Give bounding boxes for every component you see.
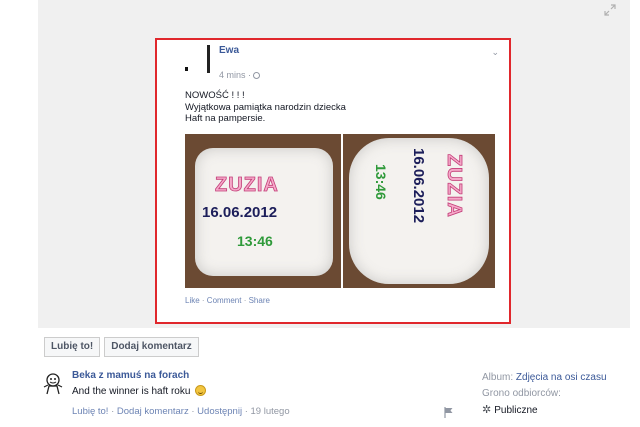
embroidered-date: 16.06.2012 — [202, 204, 278, 221]
gear-icon: ✲ — [482, 404, 492, 416]
separator: · — [188, 406, 198, 417]
post-header: Ewa 4 mins · ⌄ — [181, 43, 501, 83]
album-row: Album: Zdjęcia na osi czasu — [482, 370, 638, 386]
share-link[interactable]: Share — [249, 296, 270, 305]
like-link[interactable]: Lubię to! — [72, 406, 108, 417]
post-line: Wyjątkowa pamiątka narodzin dziecka — [185, 101, 346, 113]
like-button[interactable]: Lubię to! — [44, 337, 101, 357]
photo-viewer-stage: Ewa 4 mins · ⌄ NOWOŚĆ ! ! ! Wyjątkowa pa… — [38, 0, 630, 328]
embroidered-name: ZUZIA — [215, 174, 279, 197]
separator: · — [241, 296, 249, 305]
embroidered-date: 16.06.2012 — [410, 148, 427, 224]
album-label: Album: — [482, 372, 514, 383]
flag-icon[interactable] — [444, 407, 454, 418]
separator: · — [108, 406, 117, 417]
audience-value: Publiczne — [494, 405, 538, 416]
like-link[interactable]: Like — [185, 296, 200, 305]
embroidered-name: ZUZIA — [443, 154, 466, 219]
photo-details-sidebar: Album: Zdjęcia na osi czasu Grono odbior… — [482, 370, 638, 419]
post-text: NOWOŚĆ ! ! ! Wyjątkowa pamiątka narodzin… — [185, 90, 505, 125]
page-name[interactable]: Beka z mamuś na forach — [72, 370, 189, 381]
photo-action-buttons: Lubię to! Dodaj komentarz — [44, 337, 199, 357]
album-link[interactable]: Zdjęcia na osi czasu — [516, 372, 607, 383]
owner-caption-block: Beka z mamuś na forach And the winner is… — [42, 369, 453, 425]
caption-actions: Lubię to! · Dodaj komentarz · Udostępnij… — [72, 406, 290, 417]
comment-link[interactable]: Comment — [207, 296, 242, 305]
separator: · — [242, 406, 251, 417]
diaper-photo-front[interactable]: ZUZIA 16.06.2012 13:46 — [185, 134, 341, 288]
embroidered-time: 13:46 — [237, 233, 273, 249]
add-comment-link[interactable]: Dodaj komentarz — [117, 406, 189, 417]
post-timestamp: 4 mins · — [219, 70, 261, 80]
add-comment-button[interactable]: Dodaj komentarz — [104, 337, 199, 357]
photo-caption: And the winner is haft roku — [72, 385, 207, 397]
post-author[interactable]: Ewa — [219, 45, 239, 56]
smile-emoticon-icon — [195, 385, 207, 396]
post-actions: Like · Comment · Share — [185, 296, 270, 305]
page-avatar[interactable] — [42, 371, 64, 395]
expand-icon[interactable] — [604, 4, 616, 16]
post-line: Haft na pampersie. — [185, 113, 266, 124]
screenshot-photo: Ewa 4 mins · ⌄ NOWOŚĆ ! ! ! Wyjątkowa pa… — [155, 38, 511, 324]
embroidered-time: 13:46 — [373, 164, 389, 200]
globe-icon — [253, 72, 261, 79]
author-avatar[interactable] — [181, 45, 211, 77]
diaper-photo-rotated[interactable]: ZUZIA 16.06.2012 13:46 — [343, 134, 495, 288]
audience-selector[interactable]: ✲ Publiczne — [482, 402, 638, 419]
chevron-down-icon[interactable]: ⌄ — [491, 47, 499, 58]
caption-text: And the winner is haft roku — [72, 386, 191, 397]
share-link[interactable]: Udostępnij — [197, 406, 242, 417]
separator: · — [199, 296, 207, 305]
audience-label: Grono odbiorców: — [482, 388, 561, 399]
post-line: NOWOŚĆ ! ! ! — [185, 90, 245, 101]
post-time-text: 4 mins · — [219, 70, 252, 80]
post-date[interactable]: 19 lutego — [251, 406, 290, 417]
